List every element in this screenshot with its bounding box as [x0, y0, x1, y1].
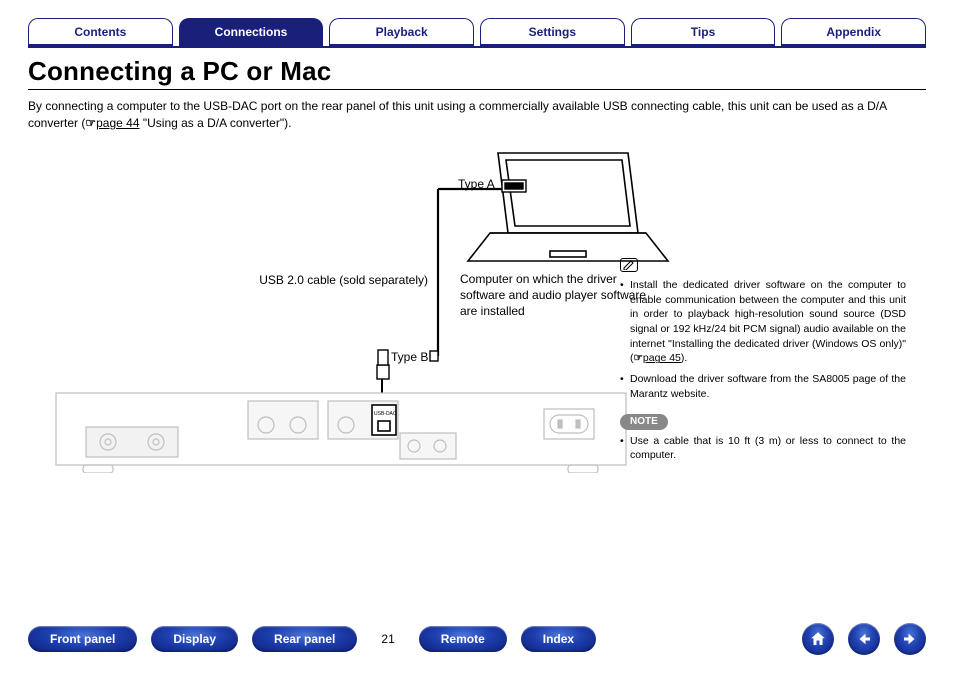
- pointer-icon: ☞: [85, 116, 96, 130]
- tab-appendix[interactable]: Appendix: [781, 18, 926, 44]
- title-rule: [28, 89, 926, 90]
- prev-button[interactable]: [848, 623, 880, 655]
- note-badge: NOTE: [620, 414, 668, 430]
- tab-contents[interactable]: Contents: [28, 18, 173, 44]
- intro-text-b: "Using as a D/A converter").: [140, 116, 292, 130]
- tab-tips[interactable]: Tips: [631, 18, 776, 44]
- pill-label: Front panel: [50, 632, 115, 646]
- usb-cable-path: [430, 189, 502, 356]
- usb-dac-port-label: USB-DAC: [374, 411, 397, 417]
- tab-settings[interactable]: Settings: [480, 18, 625, 44]
- tab-connections[interactable]: Connections: [179, 18, 324, 44]
- side-bullet-text-b: ).: [681, 352, 687, 364]
- side-page-link[interactable]: page 45: [643, 352, 681, 364]
- tab-playback[interactable]: Playback: [329, 18, 474, 44]
- note-bullet-cable: Use a cable that is 10 ft (3 m) or less …: [620, 434, 906, 463]
- side-bullet-download: Download the driver software from the SA…: [620, 372, 906, 401]
- home-icon: [809, 630, 827, 648]
- intro-page-link[interactable]: page 44: [96, 116, 139, 130]
- tab-label: Contents: [74, 25, 126, 39]
- nav-front-panel[interactable]: Front panel: [28, 626, 137, 652]
- tab-label: Appendix: [826, 25, 881, 39]
- side-bullet-driver: Install the dedicated driver software on…: [620, 278, 906, 366]
- tab-label: Settings: [529, 25, 576, 39]
- laptop-icon: [468, 153, 668, 261]
- intro-paragraph: By connecting a computer to the USB-DAC …: [28, 98, 926, 133]
- nav-display[interactable]: Display: [151, 626, 238, 652]
- pointer-icon: ☞: [634, 352, 643, 364]
- pill-label: Index: [543, 632, 574, 646]
- arrow-left-icon: [855, 630, 873, 648]
- tab-underline: [28, 46, 926, 48]
- usb-type-b-plug-icon: [377, 350, 438, 379]
- usb-type-a-plug-icon: [502, 180, 526, 192]
- nav-rear-panel[interactable]: Rear panel: [252, 626, 357, 652]
- tab-label: Connections: [215, 25, 288, 39]
- arrow-right-icon: [901, 630, 919, 648]
- page-number: 21: [381, 632, 394, 646]
- pill-label: Rear panel: [274, 632, 335, 646]
- next-button[interactable]: [894, 623, 926, 655]
- bottom-nav: Front panel Display Rear panel 21 Remote…: [28, 623, 926, 655]
- rear-panel-illustration: USB-DAC: [56, 393, 626, 473]
- home-button[interactable]: [802, 623, 834, 655]
- tab-label: Tips: [691, 25, 715, 39]
- tab-label: Playback: [376, 25, 428, 39]
- page-title: Connecting a PC or Mac: [28, 56, 926, 87]
- pill-label: Display: [173, 632, 216, 646]
- top-nav-tabs: Contents Connections Playback Settings T…: [28, 18, 926, 44]
- nav-index[interactable]: Index: [521, 626, 596, 652]
- pill-label: Remote: [441, 632, 485, 646]
- pencil-icon: [620, 258, 638, 272]
- nav-remote[interactable]: Remote: [419, 626, 507, 652]
- side-notes: Install the dedicated driver software on…: [620, 258, 906, 469]
